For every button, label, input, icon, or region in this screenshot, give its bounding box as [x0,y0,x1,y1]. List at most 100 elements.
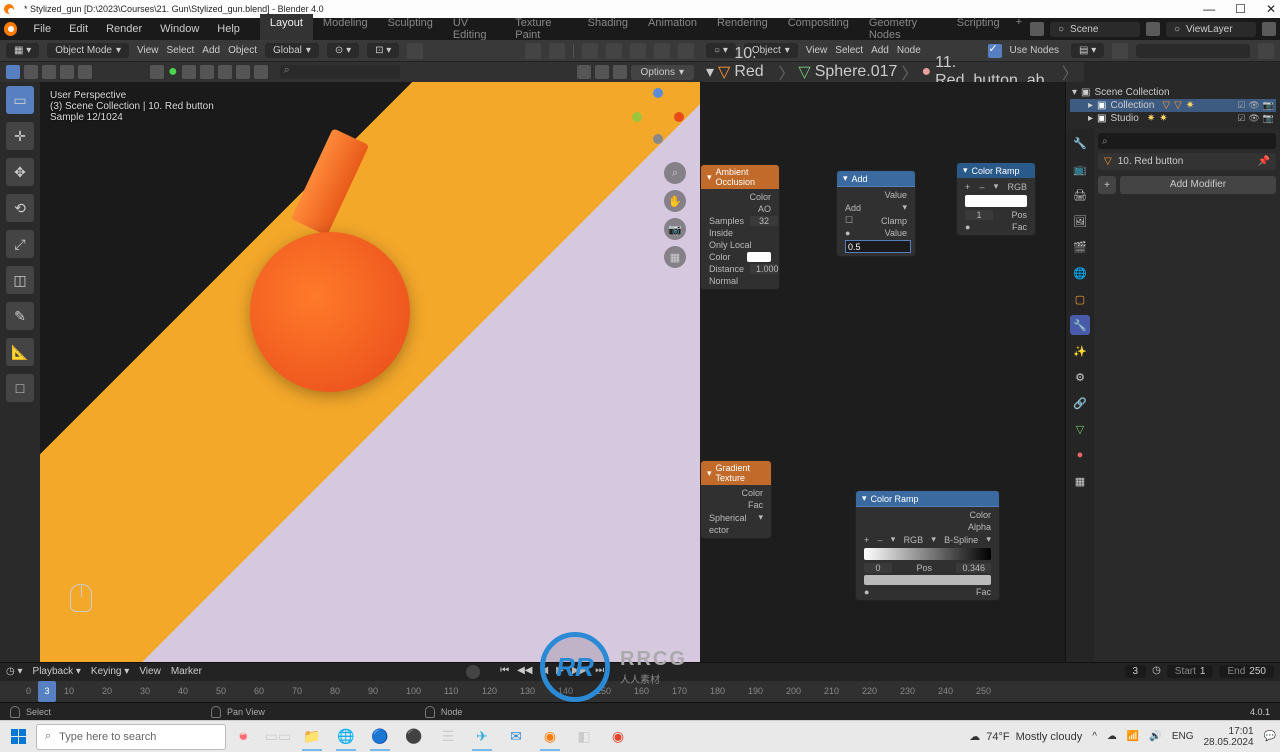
shading-wireframe-button[interactable] [606,43,622,59]
viewport-search[interactable] [280,65,400,79]
chrome-icon[interactable]: 🔵 [366,723,394,751]
blender-task-icon[interactable]: ◉ [536,723,564,751]
tree-studio[interactable]: ▸ ▣ Studio ✷ ✷ ☑ 👁 📷 [1070,112,1276,125]
orientation-select[interactable]: Global ▾ [265,43,319,58]
menu-select[interactable]: Select [166,45,194,56]
ptab-texture[interactable]: ▦ [1070,471,1090,491]
eye-icon[interactable]: 👁 [1248,113,1259,124]
ptab-constraints[interactable]: 🔗 [1070,393,1090,413]
select-mode-4[interactable] [60,65,74,79]
current-frame-input[interactable]: 3 [1125,665,1147,678]
node-cr1-fac[interactable]: ● Fac [860,586,995,598]
ptab-data[interactable]: ▽ [1070,419,1090,439]
play-button[interactable]: ▶ [554,665,566,679]
select-mode-5[interactable] [78,65,92,79]
explorer-icon[interactable]: 📁 [298,723,326,751]
node-cr1-header[interactable]: ▾ Color Ramp [856,491,999,507]
node-add-value-edit[interactable] [841,239,911,254]
edge-icon[interactable]: 🌐 [332,723,360,751]
node-ambient-occlusion[interactable]: ▾ Ambient Occlusion Color AO Samples32 I… [700,164,780,290]
navigation-gizmo[interactable] [628,88,688,148]
mail-icon[interactable]: ✉ [502,723,530,751]
start-button[interactable] [4,723,32,751]
node-colorramp-bottom[interactable]: ▾ Color Ramp Color Alpha +–▾RGB▾B-Spline… [855,490,1000,601]
blender-logo-icon[interactable] [4,22,17,36]
ptab-particles[interactable]: ✨ [1070,341,1090,361]
snap-dropdown[interactable] [595,65,609,79]
icon-a[interactable] [182,65,196,79]
bc-2[interactable]: Sphere.017 [815,63,898,81]
ptab-physics[interactable]: ⚙ [1070,367,1090,387]
ptab-scene[interactable]: 🎬 [1070,237,1090,257]
tool-transform[interactable]: ◫ [6,266,34,294]
outliner-filter2-button[interactable] [1258,43,1274,59]
ptab-output[interactable]: 🖨 [1070,185,1090,205]
menu-add[interactable]: Add [202,45,220,56]
jump-start-button[interactable]: ⏮ [498,665,511,679]
playhead[interactable]: 3 [38,681,56,702]
camera-icon[interactable]: 📷 [1263,113,1274,124]
tool-cursor[interactable]: ✛ [6,122,34,150]
proportional-edit-button[interactable] [407,43,423,59]
exclude-icon[interactable]: ☑ [1237,100,1245,111]
camera-icon[interactable]: 📷 [1263,100,1274,111]
candy-icon[interactable]: 🍬 [230,723,258,751]
node-cr1-pos[interactable]: 0Pos0.346 [860,562,995,574]
node-ao-header[interactable]: ▾ Ambient Occlusion [701,165,779,189]
exclude-icon[interactable]: ☑ [1237,113,1245,124]
editor-type-select[interactable]: ▦ ▾ [6,43,39,58]
pin-icon[interactable]: 📌 [1258,156,1270,167]
end-frame-input[interactable]: End 250 [1219,665,1273,678]
node-menu-select[interactable]: Select [835,45,863,56]
menu-view[interactable]: View [137,45,159,56]
node-ao-inside[interactable]: Inside [705,227,775,239]
tl-playback[interactable]: Playback ▾ [33,666,81,677]
ptab-world[interactable]: 🌐 [1070,263,1090,283]
node-ao-samples[interactable]: Samples32 [705,215,775,227]
maxon-icon[interactable]: ◉ [604,723,632,751]
icon-b[interactable] [200,65,214,79]
ptab-tool[interactable]: 🔧 [1070,133,1090,153]
menu-file[interactable]: File [25,21,59,37]
node-add-value-in[interactable]: ● Value [841,227,911,239]
mode-select[interactable]: Object Mode ▾ [47,43,129,58]
properties-search[interactable] [1098,133,1276,149]
gizmo-button[interactable] [549,43,565,59]
axis-x-icon[interactable] [674,112,684,122]
node-cr1-ctrls[interactable]: +–▾RGB▾B-Spline▾ [860,533,995,546]
node-gradient-texture[interactable]: ▾ Gradient Texture Color Fac Spherical▾ … [700,460,772,539]
viewlayer-icon[interactable] [1146,22,1160,36]
tool-select-box[interactable]: ▭ [6,86,34,114]
tray-lang-icon[interactable]: ENG [1172,731,1194,742]
icon-e[interactable] [254,65,268,79]
select-mode-1[interactable] [6,65,20,79]
node-cr2-gradient[interactable] [965,195,1027,207]
tl-marker[interactable]: Marker [171,666,202,677]
play-reverse-button[interactable]: ◀ [538,665,550,679]
timeline-ruler[interactable]: 3 01020304050607080901001101201301401501… [0,681,1280,702]
tool-scale[interactable]: ⤢ [6,230,34,258]
menu-help[interactable]: Help [209,21,248,37]
menu-edit[interactable]: Edit [61,21,96,37]
ptab-render[interactable]: 📺 [1070,159,1090,179]
start-frame-input[interactable]: Start 1 [1167,665,1214,678]
icon-d[interactable] [236,65,250,79]
node-add-header[interactable]: ▾ Add [837,171,915,187]
taskbar-search[interactable]: ⌕ Type here to search [36,724,226,750]
xray-button[interactable] [582,43,598,59]
viewlayer-field[interactable]: ViewLayer [1166,22,1256,37]
node-cr2-ctrls[interactable]: +–▾RGB [961,180,1031,193]
tray-expand-icon[interactable]: ^ [1092,731,1097,742]
menu-render[interactable]: Render [98,21,150,37]
viewport-3d[interactable]: User Perspective (3) Scene Collection | … [40,82,700,662]
select-mode-2[interactable] [24,65,38,79]
add-modifier-button[interactable]: Add Modifier [1120,176,1276,194]
notification-icon[interactable]: 💬 [1264,731,1276,742]
tool-move[interactable]: ✥ [6,158,34,186]
minimize-button[interactable]: — [1203,2,1215,16]
node-ao-onlylocal[interactable]: Only Local [705,239,775,251]
node-menu-add[interactable]: Add [871,45,889,56]
active-object-row[interactable]: ▽ 10. Red button 📌 [1098,153,1276,170]
telegram-icon[interactable]: ✈ [468,723,496,751]
tl-view[interactable]: View [139,666,161,677]
